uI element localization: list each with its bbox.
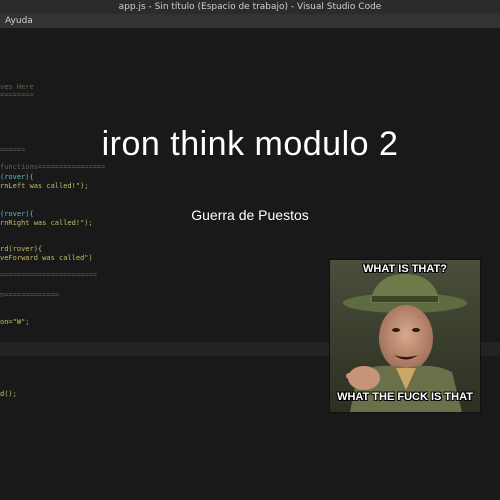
slide-subtitle: Guerra de Puestos: [191, 207, 309, 223]
window-title: app.js - Sin título (Espacio de trabajo)…: [118, 2, 382, 12]
slide-title: iron think modulo 2: [101, 125, 399, 163]
menu-item-ayuda[interactable]: Ayuda: [5, 14, 33, 28]
meme-image: WHAT IS THAT? WHAT THE FUCK IS THAT: [329, 259, 481, 413]
window-title-bar: app.js - Sin título (Espacio de trabajo)…: [0, 0, 500, 14]
soldier-illustration-icon: [330, 260, 480, 412]
meme-top-caption: WHAT IS THAT?: [363, 263, 447, 275]
menu-bar: Ayuda: [0, 14, 500, 28]
meme-bottom-caption: WHAT THE FUCK IS THAT: [337, 391, 473, 403]
